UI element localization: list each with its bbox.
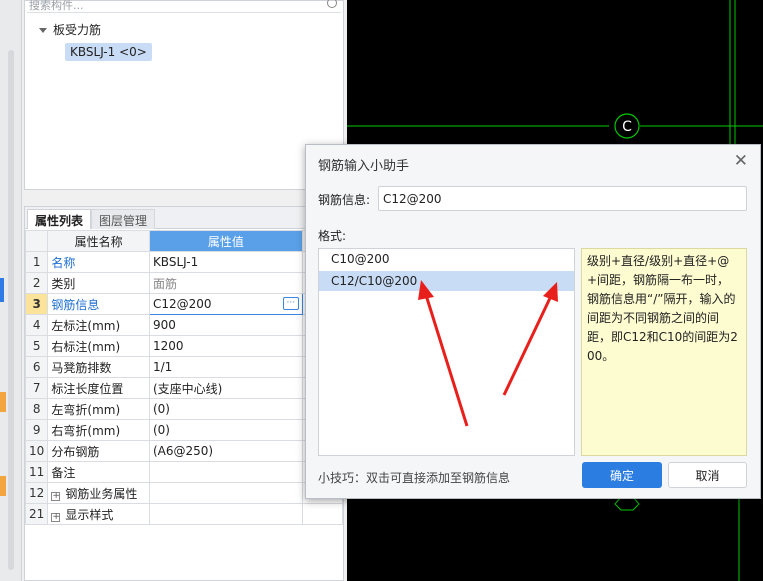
property-name: 左标注(mm) [47, 314, 150, 336]
tip-text: 小技巧：双击可直接添加至钢筋信息 [318, 471, 511, 485]
format-list[interactable]: C10@200 C12/C10@200 [318, 248, 575, 456]
dialog-title: 钢筋输入小助手 [318, 159, 410, 174]
format-label: 格式: [318, 229, 347, 243]
left-side-tab[interactable] [0, 392, 6, 412]
property-value[interactable]: (支座中心线) [148, 377, 303, 399]
rebar-info-label: 钢筋信息: [318, 193, 371, 207]
ellipsis-icon[interactable]: ··· [282, 297, 299, 310]
search-icon[interactable] [327, 0, 337, 8]
rebar-info-value: C12@200 [152, 297, 212, 311]
tree-item-selected[interactable]: KBSLJ-1 <0> [65, 43, 152, 61]
left-side-tab[interactable] [0, 476, 6, 496]
table-row[interactable]: 1 名称 KBSLJ-1 [24, 251, 344, 273]
property-table: 属性名称 属性值 1 名称 KBSLJ-1 2 类别 面筋 3 钢筋信息 C12… [24, 230, 344, 525]
property-value [148, 503, 303, 525]
group-label: 显示样式 [65, 507, 114, 522]
property-value[interactable]: (0) [148, 419, 303, 441]
tab-property-list[interactable]: 属性列表 [27, 209, 92, 229]
property-name: 右标注(mm) [47, 335, 150, 357]
table-header-row: 属性名称 属性值 [24, 230, 344, 252]
row-number: 10 [24, 440, 49, 462]
property-panel: 属性列表 图层管理 属性名称 属性值 1 名称 KBSLJ-1 2 类别 面筋 … [24, 206, 344, 581]
row-number: 8 [24, 398, 49, 420]
component-search-input[interactable]: 搜索构件... [27, 0, 341, 13]
property-value[interactable]: 面筋 [148, 272, 303, 294]
tree-group-label: 板受力筋 [53, 23, 102, 37]
table-row[interactable]: 11 备注 [24, 461, 344, 483]
property-extra-cell [301, 503, 344, 525]
header-property-value: 属性值 [148, 230, 303, 252]
tree-group-node[interactable]: 板受力筋 [39, 21, 101, 38]
rebar-input-assistant-dialog: 钢筋输入小助手 ✕ 钢筋信息: 格式: C10@200 C12/C10@200 … [305, 144, 761, 499]
table-row-group[interactable]: 12 + 钢筋业务属性 [24, 482, 344, 504]
expand-plus-icon[interactable]: + [51, 491, 61, 501]
property-name: 分布钢筋 [47, 440, 150, 462]
row-number: 21 [24, 503, 49, 525]
table-row-selected[interactable]: 3 钢筋信息 C12@200 ··· [24, 293, 344, 315]
property-name: 类别 [47, 272, 150, 294]
rebar-info-input[interactable]: C12@200 ··· [148, 293, 303, 315]
table-row[interactable]: 9 右弯折(mm) (0) [24, 419, 344, 441]
property-value[interactable]: (0) [148, 398, 303, 420]
ok-button[interactable]: 确定 [582, 462, 662, 488]
table-row[interactable]: 6 马凳筋排数 1/1 [24, 356, 344, 378]
row-number: 11 [24, 461, 49, 483]
property-name: 马凳筋排数 [47, 356, 150, 378]
row-number: 1 [24, 251, 49, 273]
component-tree-panel: 搜索构件... 板受力筋 KBSLJ-1 <0> [24, 0, 344, 190]
property-value[interactable]: 1200 [148, 335, 303, 357]
row-number: 9 [24, 419, 49, 441]
left-scrollbar[interactable] [8, 50, 14, 570]
table-row-group[interactable]: 21 + 显示样式 [24, 503, 344, 525]
property-name: 备注 [47, 461, 150, 483]
rebar-info-field[interactable] [378, 186, 747, 211]
format-item[interactable]: C10@200 [319, 249, 574, 269]
property-name: 标注长度位置 [47, 377, 150, 399]
table-row[interactable]: 2 类别 面筋 [24, 272, 344, 294]
property-name: 钢筋信息 [47, 293, 150, 315]
property-value [148, 482, 303, 504]
group-label: 钢筋业务属性 [65, 486, 138, 501]
expand-plus-icon[interactable]: + [51, 512, 61, 522]
caret-down-icon[interactable] [39, 28, 47, 33]
left-active-marker [0, 278, 4, 302]
property-name: 名称 [47, 251, 150, 273]
header-property-name: 属性名称 [47, 230, 150, 252]
format-hint: 级别+直径/级别+直径+@+间距，钢筋隔一布一时，钢筋信息用“/”隔开，输入的间… [581, 248, 747, 456]
property-value[interactable]: 900 [148, 314, 303, 336]
table-row[interactable]: 8 左弯折(mm) (0) [24, 398, 344, 420]
table-row[interactable]: 7 标注长度位置 (支座中心线) [24, 377, 344, 399]
row-number: 3 [24, 293, 49, 315]
property-name: 右弯折(mm) [47, 419, 150, 441]
property-value[interactable]: KBSLJ-1 [148, 251, 303, 273]
table-row[interactable]: 10 分布钢筋 (A6@250) [24, 440, 344, 462]
row-number: 7 [24, 377, 49, 399]
table-row[interactable]: 5 右标注(mm) 1200 [24, 335, 344, 357]
close-icon[interactable]: ✕ [734, 153, 748, 170]
search-placeholder: 搜索构件... [29, 0, 84, 12]
cancel-button[interactable]: 取消 [668, 462, 747, 488]
property-name: 左弯折(mm) [47, 398, 150, 420]
row-number: 6 [24, 356, 49, 378]
row-number: 5 [24, 335, 49, 357]
property-group-name[interactable]: + 钢筋业务属性 [47, 482, 150, 504]
format-item-selected[interactable]: C12/C10@200 [319, 271, 574, 291]
table-row[interactable]: 4 左标注(mm) 900 [24, 314, 344, 336]
row-number: 12 [24, 482, 49, 504]
property-tabs: 属性列表 图层管理 [25, 207, 343, 229]
left-toolbar-strip [0, 0, 22, 581]
table-corner [24, 230, 49, 252]
axis-label: C [622, 119, 632, 135]
property-value[interactable]: (A6@250) [148, 440, 303, 462]
tab-layer-management[interactable]: 图层管理 [91, 209, 156, 229]
row-number: 4 [24, 314, 49, 336]
property-value[interactable]: 1/1 [148, 356, 303, 378]
property-group-name[interactable]: + 显示样式 [47, 503, 150, 525]
row-number: 2 [24, 272, 49, 294]
property-value[interactable] [148, 461, 303, 483]
